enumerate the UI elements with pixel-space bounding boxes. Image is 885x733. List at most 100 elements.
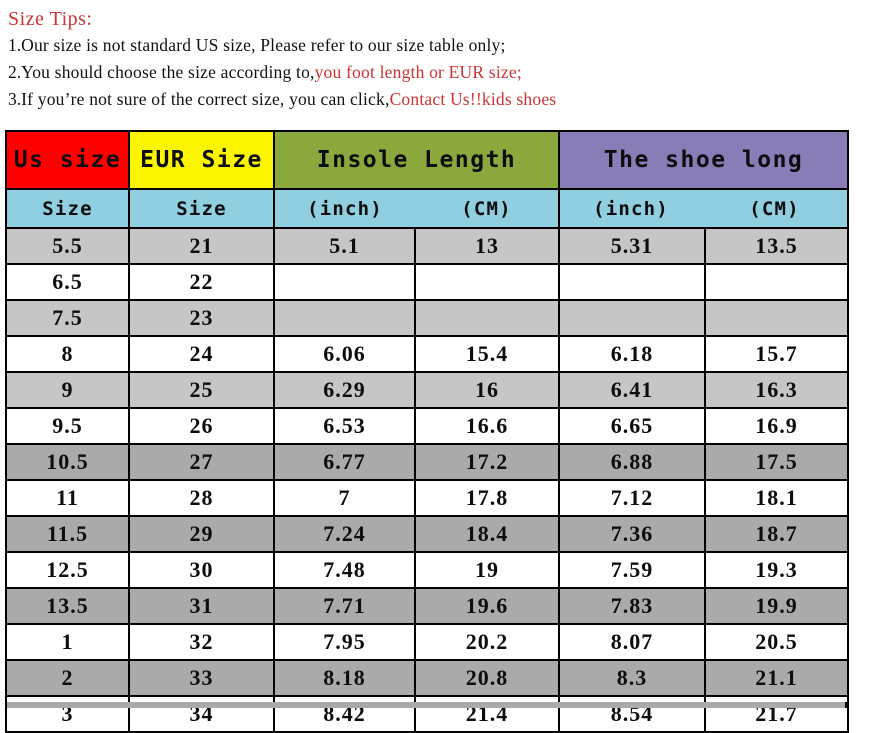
size-tips-title: Size Tips: (8, 8, 93, 30)
table-cell: 7.24 (273, 515, 416, 553)
table-cell: 8.07 (558, 623, 707, 661)
table-cell: 21.1 (704, 659, 850, 697)
table-cell: 19 (413, 551, 561, 589)
table-cell: 5.31 (558, 227, 707, 265)
table-cell: 7.5 (5, 299, 130, 337)
table-group-header-row: Us size EUR Size Insole Length The shoe … (5, 130, 850, 190)
table-cell: 18.4 (413, 515, 561, 553)
size-tip-line-1: 1.Our size is not standard US size, Plea… (8, 32, 885, 59)
size-tip-line-2: 2.You should choose the size according t… (8, 59, 885, 86)
table-cell: 24 (128, 335, 275, 373)
table-row: 5.5 21 5.1 13 5.31 13.5 (5, 227, 850, 265)
table-cell: 28 (128, 479, 275, 517)
table-cell: 27 (128, 443, 275, 481)
subheader-shoe-units: (inch) (CM) (558, 188, 850, 229)
table-cell: 20.2 (413, 623, 561, 661)
table-cell: 19.3 (704, 551, 850, 589)
table-cell (558, 263, 707, 301)
table-cell: 9 (5, 371, 130, 409)
header-eur-size: EUR Size (128, 130, 275, 190)
table-cell: 29 (128, 515, 275, 553)
table-cell: 8.18 (273, 659, 416, 697)
table-cell: 7.48 (273, 551, 416, 589)
table-row: 10.5 27 6.77 17.2 6.88 17.5 (5, 443, 850, 481)
table-row: 6.5 22 (5, 263, 850, 301)
table-cell (413, 263, 561, 301)
table-cell: 11 (5, 479, 130, 517)
table-cell: 22 (128, 263, 275, 301)
table-cell: 16.9 (704, 407, 850, 445)
table-cell: 17.5 (704, 443, 850, 481)
table-cell: 13.5 (5, 587, 130, 625)
table-cell: 31 (128, 587, 275, 625)
table-cell (704, 263, 850, 301)
table-cell: 6.5 (5, 263, 130, 301)
tip-2-text: You should choose the size according to, (21, 62, 315, 82)
table-cell: 19.9 (704, 587, 850, 625)
table-cell (558, 299, 707, 337)
table-cell: 16.3 (704, 371, 850, 409)
table-cell: 26 (128, 407, 275, 445)
table-row: 11.5 29 7.24 18.4 7.36 18.7 (5, 515, 850, 553)
table-cell: 5.1 (273, 227, 416, 265)
table-cell: 17.8 (413, 479, 561, 517)
tip-3-number: 3. (8, 89, 22, 109)
table-cell: 13 (413, 227, 561, 265)
table-cell: 16 (413, 371, 561, 409)
size-chart-table-container: Us size EUR Size Insole Length The shoe … (5, 130, 850, 733)
table-row: 8 24 6.06 15.4 6.18 15.7 (5, 335, 850, 373)
table-row: 11 28 7 17.8 7.12 18.1 (5, 479, 850, 517)
table-cell: 20.8 (413, 659, 561, 697)
subheader-shoe-cm: (CM) (749, 197, 800, 220)
table-cell: 1 (5, 623, 130, 661)
tip-2-number: 2. (8, 62, 22, 82)
tip-1-text: Our size is not standard US size, Please… (21, 35, 506, 55)
table-cell: 15.7 (704, 335, 850, 373)
table-row: 9.5 26 6.53 16.6 6.65 16.9 (5, 407, 850, 445)
tip-3-contact-link[interactable]: Contact Us!!kids shoes (390, 89, 557, 109)
table-cell: 6.41 (558, 371, 707, 409)
header-shoe-long: The shoe long (558, 130, 850, 190)
table-cell: 12.5 (5, 551, 130, 589)
table-cell: 7.71 (273, 587, 416, 625)
table-row: 2 33 8.18 20.8 8.3 21.1 (5, 659, 850, 697)
table-cell: 2 (5, 659, 130, 697)
table-cell: 6.88 (558, 443, 707, 481)
size-tips-block: Size Tips: 1.Our size is not standard US… (8, 6, 885, 113)
table-sub-header-row: Size Size (inch) (CM) (inch) (CM) (5, 188, 850, 229)
table-cell: 25 (128, 371, 275, 409)
size-chart-table: Us size EUR Size Insole Length The shoe … (5, 130, 850, 733)
table-row: 7.5 23 (5, 299, 850, 337)
table-cell: 8.3 (558, 659, 707, 697)
table-cell: 10.5 (5, 443, 130, 481)
table-cell: 19.6 (413, 587, 561, 625)
table-cell: 23 (128, 299, 275, 337)
tip-2-highlight: you foot length or EUR size; (314, 62, 522, 82)
table-cell: 33 (128, 659, 275, 697)
table-cell: 13.5 (704, 227, 850, 265)
table-row: 1 32 7.95 20.2 8.07 20.5 (5, 623, 850, 661)
table-cell: 7.83 (558, 587, 707, 625)
table-cell: 6.29 (273, 371, 416, 409)
table-cell: 5.5 (5, 227, 130, 265)
table-cell: 6.77 (273, 443, 416, 481)
subheader-insole-units: (inch) (CM) (272, 188, 561, 229)
header-insole-length: Insole Length (272, 130, 561, 190)
table-cell: 15.4 (413, 335, 561, 373)
table-cell: 16.6 (413, 407, 561, 445)
table-cell: 20.5 (704, 623, 850, 661)
table-cell: 21 (128, 227, 275, 265)
table-cell: 6.53 (273, 407, 416, 445)
table-bottom-strip (5, 702, 847, 708)
table-cell: 7.59 (558, 551, 707, 589)
subheader-insole-cm: (CM) (461, 197, 512, 220)
size-tip-line-3: 3.If you’re not sure of the correct size… (8, 86, 885, 113)
table-cell (273, 263, 416, 301)
table-cell (273, 299, 416, 337)
table-cell: 30 (128, 551, 275, 589)
table-cell: 17.2 (413, 443, 561, 481)
subheader-us-size: Size (5, 188, 130, 229)
subheader-insole-inch: (inch) (307, 197, 383, 220)
table-cell: 7 (273, 479, 416, 517)
subheader-eur-size: Size (128, 188, 275, 229)
